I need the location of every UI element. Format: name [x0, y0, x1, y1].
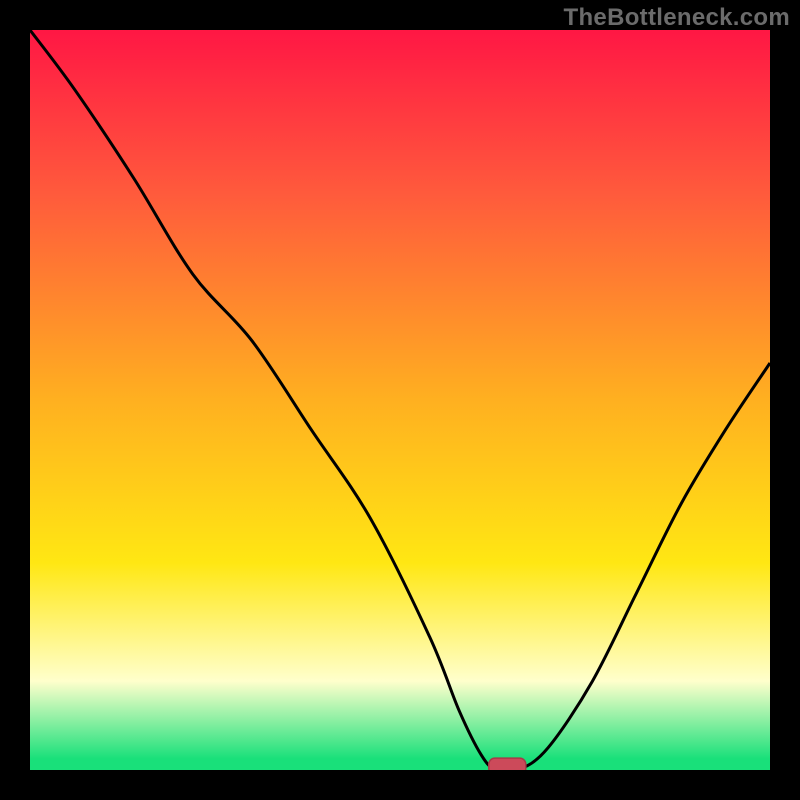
bottleneck-chart — [30, 30, 770, 770]
plot-area — [30, 30, 770, 770]
chart-frame: TheBottleneck.com — [0, 0, 800, 800]
optimal-marker — [489, 758, 526, 770]
watermark-text: TheBottleneck.com — [564, 4, 790, 32]
gradient-background — [30, 30, 770, 770]
